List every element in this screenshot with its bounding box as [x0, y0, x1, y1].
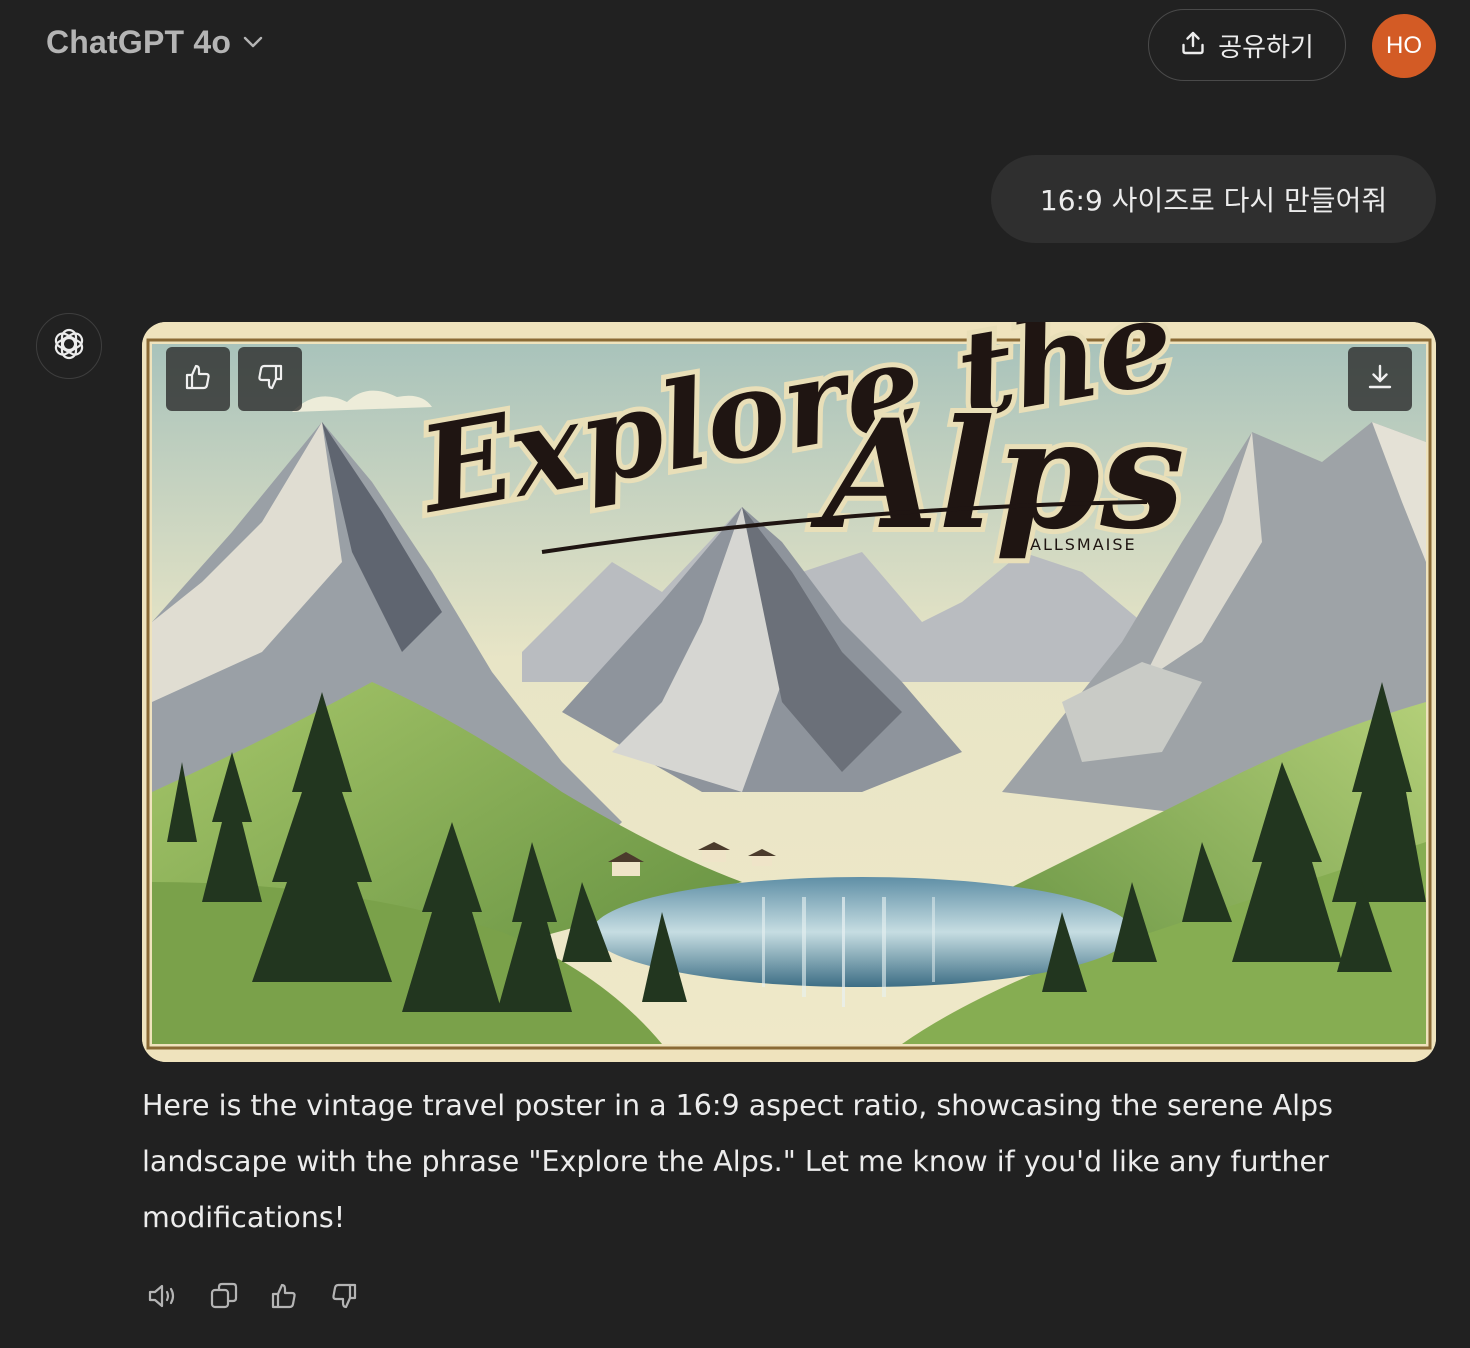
openai-logo-icon	[49, 324, 89, 369]
download-icon	[1365, 362, 1395, 397]
thumbs-up-icon	[268, 1280, 300, 1317]
copy-button[interactable]	[202, 1276, 246, 1320]
good-response-button[interactable]	[262, 1276, 306, 1320]
poster-subtitle: ALLSMAISE	[1030, 535, 1137, 554]
thumbs-down-icon	[254, 361, 286, 398]
assistant-message-text: Here is the vintage travel poster in a 1…	[142, 1089, 1333, 1234]
user-message-text: 16:9 사이즈로 다시 만들어줘	[1039, 184, 1388, 217]
user-avatar[interactable]: HO	[1372, 14, 1436, 78]
image-like-button[interactable]	[166, 347, 230, 411]
image-dislike-button[interactable]	[238, 347, 302, 411]
model-selector[interactable]: ChatGPT 4o	[46, 24, 265, 61]
share-button[interactable]: 공유하기	[1148, 9, 1346, 81]
generated-image[interactable]: Explore the Explore the Alps Alps ALLSMA…	[142, 322, 1436, 1062]
chevron-down-icon	[241, 34, 265, 55]
share-icon	[1180, 30, 1206, 61]
share-label: 공유하기	[1218, 32, 1314, 63]
thumbs-up-icon	[182, 361, 214, 398]
model-name: ChatGPT 4o	[46, 24, 232, 60]
assistant-avatar	[36, 313, 102, 379]
copy-icon	[208, 1280, 240, 1317]
top-bar: ChatGPT 4o 공유하기 HO	[0, 0, 1470, 92]
alps-poster-image: Explore the Explore the Alps Alps ALLSMA…	[142, 322, 1436, 1062]
image-download-button[interactable]	[1348, 347, 1412, 411]
bad-response-button[interactable]	[322, 1276, 366, 1320]
thumbs-down-icon	[328, 1280, 360, 1317]
read-aloud-icon	[146, 1280, 182, 1317]
read-aloud-button[interactable]	[142, 1276, 186, 1320]
user-message-bubble: 16:9 사이즈로 다시 만들어줘	[991, 155, 1436, 243]
message-actions	[142, 1276, 382, 1320]
